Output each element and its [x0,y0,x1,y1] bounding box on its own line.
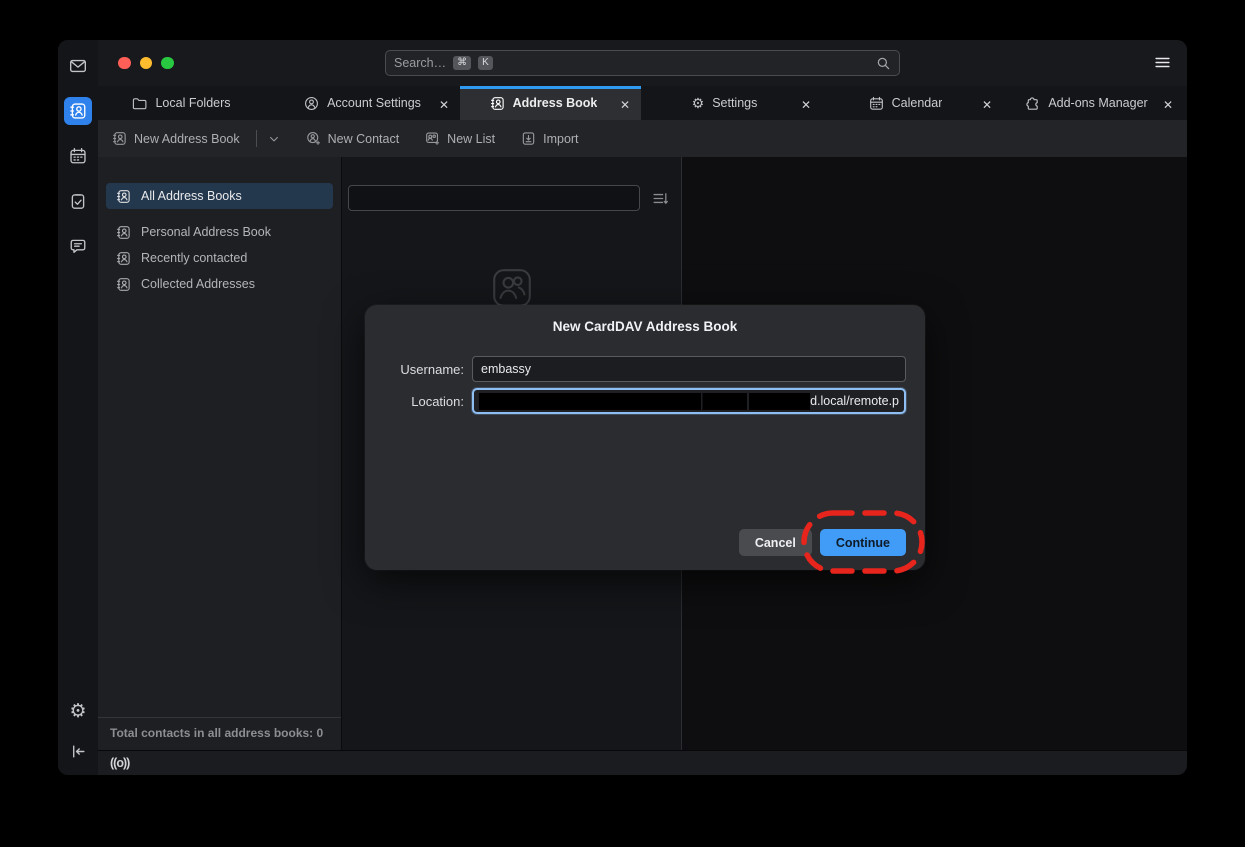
toolbar-label: New Address Book [134,132,240,146]
settings-gear-icon[interactable]: ⚙ [64,697,92,725]
activity-bar: ⚙ [58,40,98,775]
close-tab-icon[interactable]: ✕ [1163,98,1173,112]
location-field[interactable]: d.local/remote.p [472,388,906,414]
location-visible-text: d.local/remote.p [810,394,899,408]
sidebar-item-collected-addresses[interactable]: Collected Addresses [106,271,333,297]
search-placeholder: Search… [394,56,446,70]
calendar-icon[interactable] [64,142,92,170]
sidebar-item-label: Collected Addresses [141,277,255,291]
toolbar-label: New Contact [328,132,400,146]
tab-label: Settings [712,96,757,110]
chat-icon[interactable] [64,232,92,260]
cancel-button[interactable]: Cancel [739,529,812,556]
window-controls [118,40,174,86]
sidebar-item-label: Recently contacted [141,251,247,265]
dialog-buttons: Cancel Continue [739,529,906,556]
k-key-badge: K [478,56,493,70]
close-tab-icon[interactable]: ✕ [801,98,811,112]
address-book-list: All Address Books Personal Address Book … [98,157,341,297]
redaction-bar [479,393,810,410]
puzzle-icon [1025,96,1040,111]
global-search-input[interactable]: Search… ⌘ K [385,50,900,76]
address-book-icon [116,251,131,266]
address-book-icon[interactable] [64,97,92,125]
tab-local-folders[interactable]: Local Folders [98,86,279,120]
import-button[interactable]: Import [521,131,578,146]
address-book-toolbar: New Address Book New Contact New List [98,120,1187,157]
address-book-sidebar: All Address Books Personal Address Book … [98,157,342,750]
sidebar-item-personal-address-book[interactable]: Personal Address Book [106,219,333,245]
tab-label: Address Book [513,96,598,110]
new-address-book-button[interactable]: New Address Book [112,130,280,147]
close-tab-icon[interactable]: ✕ [439,98,449,112]
tab-calendar[interactable]: Calendar ✕ [822,86,1003,120]
import-icon [521,131,536,146]
status-bar: ((o)) [98,750,1187,775]
new-address-book-icon [112,131,127,146]
new-list-icon [425,131,440,146]
tab-addons-manager[interactable]: Add-ons Manager ✕ [1003,86,1184,120]
folder-icon [132,96,147,111]
collapse-sidebar-icon[interactable] [64,737,92,765]
tab-settings[interactable]: ⚙ Settings ✕ [641,86,822,120]
total-contacts-status: Total contacts in all address books: 0 [98,717,341,750]
location-label: Location: [384,394,464,409]
gear-icon: ⚙ [692,95,705,112]
account-icon [304,96,319,111]
sidebar-item-recently-contacted[interactable]: Recently contacted [106,245,333,271]
search-icon [876,56,891,71]
new-carddav-dialog: New CardDAV Address Book Username: Locat… [365,305,925,570]
calendar-icon [869,96,884,111]
minimize-window-button[interactable] [140,57,153,70]
network-status-icon: ((o)) [110,756,129,770]
address-book-icon [116,189,131,204]
close-tab-icon[interactable]: ✕ [620,98,630,112]
sidebar-item-label: All Address Books [141,189,242,203]
tab-label: Account Settings [327,96,421,110]
close-tab-icon[interactable]: ✕ [982,98,992,112]
new-contact-icon [306,131,321,146]
mail-icon[interactable] [64,52,92,80]
tab-account-settings[interactable]: Account Settings ✕ [279,86,460,120]
toolbar-label: New List [447,132,495,146]
close-window-button[interactable] [118,57,131,70]
toolbar-label: Import [543,132,578,146]
contacts-search-input[interactable] [348,185,640,211]
cmd-key-badge: ⌘ [453,56,471,70]
username-field[interactable] [472,356,906,382]
tasks-icon[interactable] [64,187,92,215]
tab-address-book[interactable]: Address Book ✕ [460,86,641,120]
tab-label: Calendar [892,96,943,110]
display-options-icon[interactable] [652,190,669,207]
tab-label: Local Folders [155,96,230,110]
zoom-window-button[interactable] [161,57,174,70]
gear-glyph: ⚙ [69,702,86,721]
contacts-search-row [348,185,669,211]
address-book-icon [490,96,505,111]
username-label: Username: [384,362,464,377]
chevron-down-icon[interactable] [268,133,280,145]
new-contact-button[interactable]: New Contact [306,131,400,146]
sidebar-item-all-address-books[interactable]: All Address Books [106,183,333,209]
tab-label: Add-ons Manager [1048,96,1147,110]
new-list-button[interactable]: New List [425,131,495,146]
address-book-icon [116,277,131,292]
username-row: Username: [384,356,906,382]
titlebar: Search… ⌘ K [98,40,1187,86]
location-row: Location: d.local/remote.p [384,388,906,414]
continue-button[interactable]: Continue [820,529,906,556]
toolbar-separator [256,130,257,147]
sidebar-item-label: Personal Address Book [141,225,271,239]
dialog-title: New CardDAV Address Book [365,305,925,334]
app-window: ⚙ Search… ⌘ K [58,40,1187,775]
address-book-icon [116,225,131,240]
tab-bar: Local Folders Account Settings ✕ Address… [98,86,1187,120]
app-menu-icon[interactable] [1154,54,1171,71]
